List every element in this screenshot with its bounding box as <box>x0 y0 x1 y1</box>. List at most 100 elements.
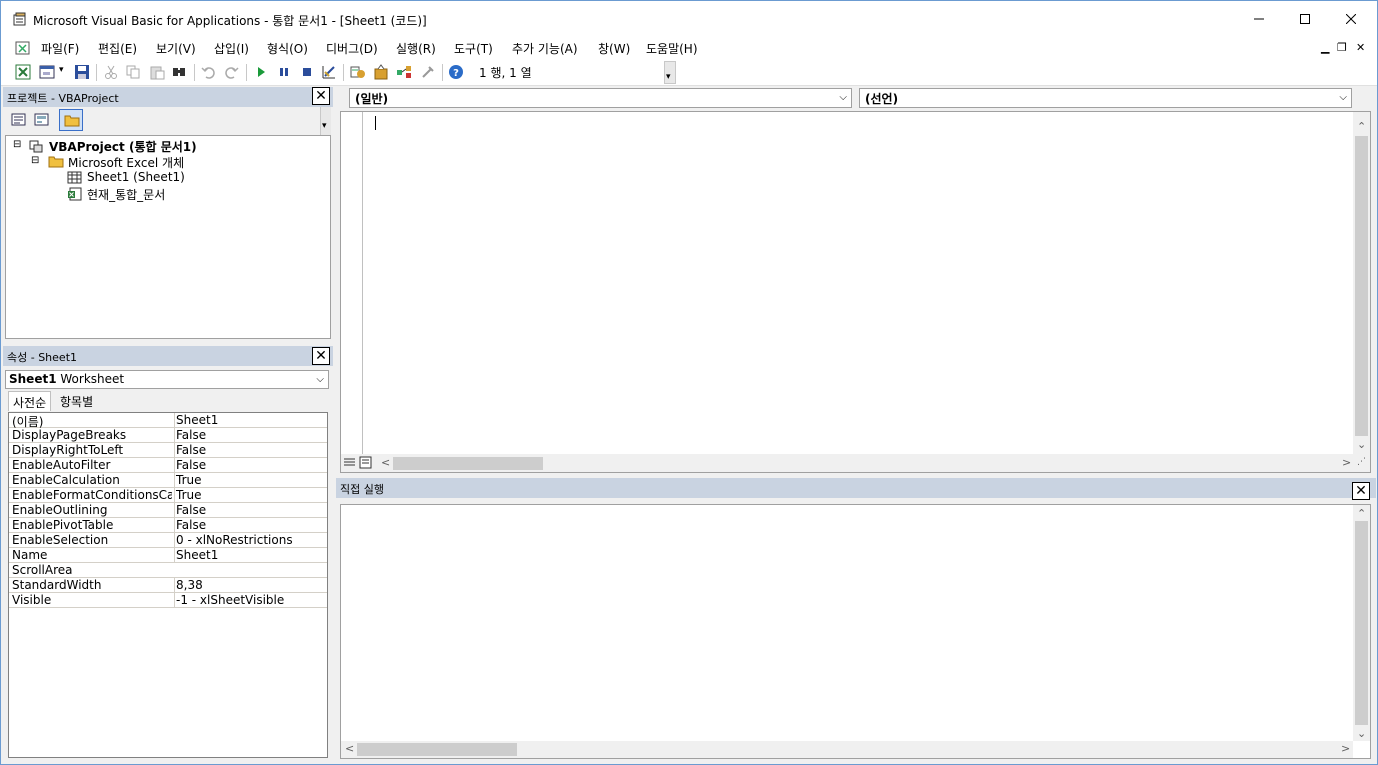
copy-icon[interactable] <box>125 64 141 80</box>
menu-tools[interactable]: 도구(T) <box>454 40 493 57</box>
scroll-down-icon[interactable]: ⌄ <box>1357 727 1366 740</box>
code-horizontal-scrollbar[interactable]: < > ⋰ <box>341 454 1370 472</box>
code-vertical-scrollbar[interactable]: ⌃ ⌄ <box>1353 112 1370 454</box>
property-row[interactable]: EnableSelection 0 - xlNoRestrictions <box>9 533 327 548</box>
property-row[interactable]: EnablePivotTable False <box>9 518 327 533</box>
redo-icon[interactable] <box>223 64 239 80</box>
scroll-down-icon[interactable]: ⌄ <box>1357 438 1366 451</box>
immediate-pane-close-button[interactable]: ✕ <box>1352 482 1370 500</box>
paste-icon[interactable] <box>149 64 165 80</box>
design-mode-icon[interactable] <box>321 64 337 80</box>
minimize-icon <box>1254 18 1264 20</box>
menu-file[interactable]: 파일(F) <box>41 40 79 57</box>
property-row[interactable]: StandardWidth 8,38 <box>9 578 327 593</box>
property-row[interactable]: Name Sheet1 <box>9 548 327 563</box>
property-row[interactable]: Visible -1 - xlSheetVisible <box>9 593 327 608</box>
full-module-view-icon[interactable] <box>359 456 373 469</box>
code-editor[interactable]: ⌃ ⌄ < > ⋰ <box>340 111 1371 473</box>
tree-root[interactable]: VBAProject (통합 문서1) <box>49 138 197 155</box>
scroll-left-icon[interactable]: < <box>345 742 354 755</box>
menu-view[interactable]: 보기(V) <box>156 40 196 57</box>
view-excel-icon[interactable] <box>15 64 31 80</box>
property-row[interactable]: EnableAutoFilter False <box>9 458 327 473</box>
property-row[interactable]: EnableCalculation True <box>9 473 327 488</box>
immediate-window[interactable]: ⌃ ⌄ < > <box>340 504 1371 759</box>
immediate-vertical-scrollbar[interactable]: ⌃ ⌄ <box>1353 505 1370 741</box>
save-icon[interactable] <box>74 64 90 80</box>
property-row[interactable]: EnableOutlining False <box>9 503 327 518</box>
menu-run[interactable]: 실행(R) <box>396 40 436 57</box>
tab-categorized[interactable]: 항목별 <box>56 391 97 411</box>
scroll-thumb[interactable] <box>393 457 543 470</box>
property-row[interactable]: DisplayRightToLeft False <box>9 443 327 458</box>
find-icon[interactable] <box>171 64 187 80</box>
svg-text:?: ? <box>453 68 459 79</box>
mdi-restore-button[interactable]: ❐ <box>1337 41 1347 54</box>
immediate-pane-title: 직접 실행 <box>336 478 1376 498</box>
undo-icon[interactable] <box>201 64 217 80</box>
menu-insert[interactable]: 삽입(I) <box>214 40 249 57</box>
scroll-right-icon[interactable]: > <box>1342 456 1351 469</box>
menu-format[interactable]: 형식(O) <box>267 40 308 57</box>
object-browser-icon[interactable] <box>396 64 412 80</box>
tree-item-thisworkbook[interactable]: 현재_통합_문서 <box>87 186 165 203</box>
insert-userform-icon[interactable] <box>39 64 55 80</box>
mdi-close-button[interactable]: ✕ <box>1356 41 1365 54</box>
menu-bar: 파일(F) 편집(E) 보기(V) 삽입(I) 형식(O) 디버그(D) 실행(… <box>1 37 1377 59</box>
procedure-combo[interactable]: (선언) ⌵ <box>859 88 1352 108</box>
vba-editor-window: Microsoft Visual Basic for Applications … <box>0 0 1378 765</box>
object-combo[interactable]: (일반) ⌵ <box>349 88 852 108</box>
project-explorer-icon[interactable] <box>350 64 366 80</box>
view-object-icon[interactable] <box>34 113 50 127</box>
mdi-minimize-button[interactable]: ▁ <box>1321 41 1329 54</box>
menu-edit[interactable]: 편집(E) <box>98 40 137 57</box>
properties-pane-title: 속성 - Sheet1 <box>3 346 333 366</box>
property-row[interactable]: DisplayPageBreaks False <box>9 428 327 443</box>
menu-window[interactable]: 창(W) <box>598 40 630 57</box>
scroll-thumb[interactable] <box>1355 136 1368 436</box>
maximize-button[interactable] <box>1282 1 1328 37</box>
toolbar-options-button[interactable]: ▾ <box>664 61 676 84</box>
tab-alphabetic[interactable]: 사전순 <box>8 391 52 411</box>
scroll-thumb[interactable] <box>357 743 517 756</box>
property-row[interactable]: EnableFormatConditionsCalculationTrue <box>9 488 327 503</box>
worksheet-icon <box>67 171 82 184</box>
reset-icon[interactable] <box>299 64 315 80</box>
property-row[interactable]: (이름) Sheet1 <box>9 413 327 429</box>
menu-addins[interactable]: 추가 기능(A) <box>512 40 578 57</box>
minimize-button[interactable] <box>1236 1 1282 37</box>
toolbox-icon[interactable] <box>420 64 436 80</box>
properties-window-icon[interactable] <box>373 64 389 80</box>
menu-debug[interactable]: 디버그(D) <box>326 40 378 57</box>
cut-icon[interactable] <box>103 64 119 80</box>
help-icon[interactable]: ? <box>448 64 464 80</box>
close-button[interactable] <box>1328 1 1374 37</box>
scroll-up-icon[interactable]: ⌃ <box>1357 120 1366 133</box>
excel-view-icon[interactable] <box>15 40 31 56</box>
property-row[interactable]: ScrollArea <box>9 563 327 578</box>
margin-indicator-bar[interactable] <box>341 112 363 454</box>
collapse-toggle-icon[interactable]: ⊟ <box>13 139 21 150</box>
break-icon[interactable] <box>276 64 292 80</box>
scroll-left-icon[interactable]: < <box>381 456 390 469</box>
scroll-up-icon[interactable]: ⌃ <box>1357 507 1366 520</box>
procedure-view-icon[interactable] <box>343 456 357 469</box>
immediate-horizontal-scrollbar[interactable]: < > <box>341 741 1353 758</box>
standard-toolbar: ▾ ? 1 행, 1 열 ▾ <box>1 59 1377 86</box>
project-pane-close-button[interactable]: ✕ <box>312 87 330 105</box>
view-code-icon[interactable] <box>11 113 27 127</box>
tree-item-sheet1[interactable]: Sheet1 (Sheet1) <box>87 170 185 184</box>
collapse-toggle-icon[interactable]: ⊟ <box>31 155 39 166</box>
cursor-position: 1 행, 1 열 <box>479 66 532 80</box>
toggle-folders-button[interactable] <box>59 109 83 131</box>
scroll-thumb[interactable] <box>1355 521 1368 725</box>
tree-folder-excel-objects[interactable]: Microsoft Excel 개체 <box>68 154 184 171</box>
insert-dropdown-icon[interactable]: ▾ <box>59 65 64 75</box>
project-toolbar-options[interactable]: ▾ <box>320 107 331 135</box>
run-icon[interactable] <box>253 64 269 80</box>
vba-app-icon <box>13 12 26 26</box>
scroll-right-icon[interactable]: > <box>1341 742 1350 755</box>
properties-pane-close-button[interactable]: ✕ <box>312 347 330 365</box>
menu-help[interactable]: 도움말(H) <box>646 40 698 57</box>
object-selector-combo[interactable]: Sheet1 Worksheet ⌵ <box>5 370 329 389</box>
